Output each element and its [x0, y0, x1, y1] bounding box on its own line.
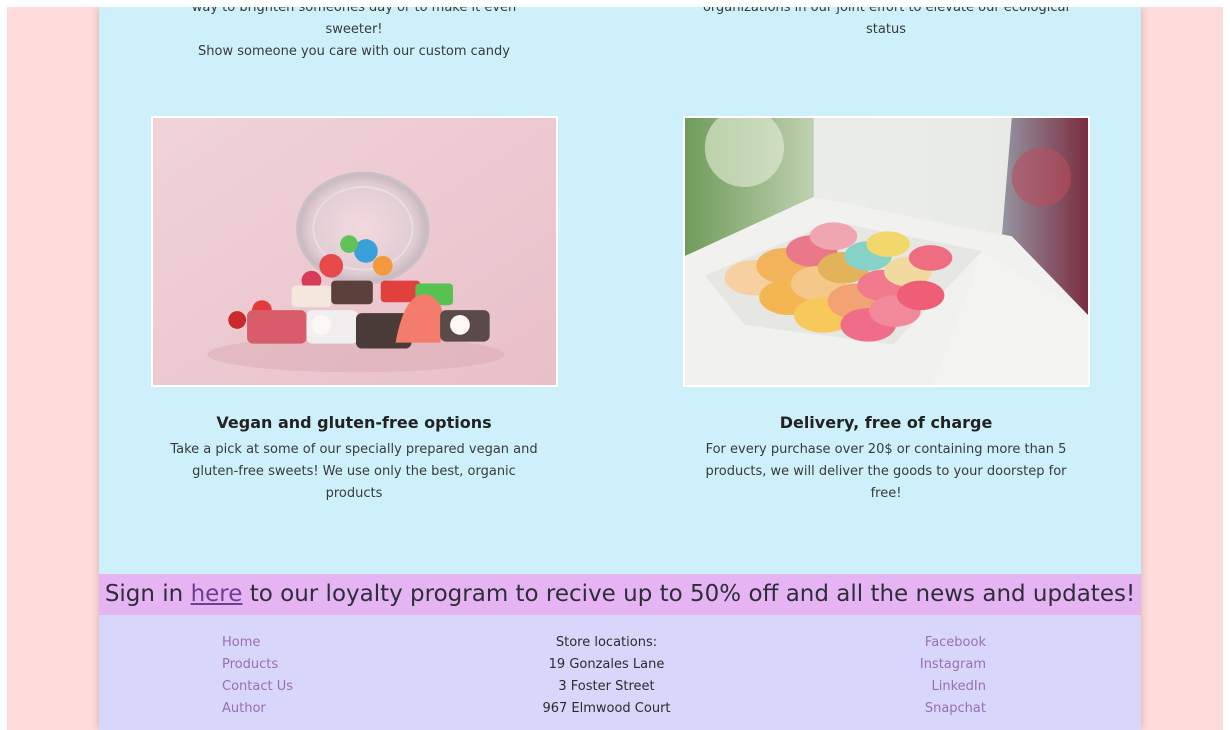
feature-card-vegan: Vegan and gluten-free options Take a pic…	[164, 413, 544, 505]
candy-image	[153, 118, 556, 385]
macaron-image	[685, 118, 1088, 385]
loyalty-banner-suffix: to our loyalty program to recive up to 5…	[242, 581, 1136, 607]
feature-title: Vegan and gluten-free options	[216, 413, 492, 432]
loyalty-banner-prefix: Sign in	[104, 581, 191, 607]
feature-card-top-left: way to brighten someones day or to make …	[164, 7, 544, 63]
candy-photo	[151, 116, 558, 387]
feature-card-top-right: organizations in our joint effort to ele…	[696, 7, 1076, 41]
feature-desc-line: For every purchase over 20$ or containin…	[705, 442, 1067, 457]
feature-desc-line: Show someone you care with our custom ca…	[198, 44, 510, 59]
feature-desc-line: free!	[870, 486, 902, 501]
feature-desc-line: status	[866, 22, 906, 37]
page-content: way to brighten someones day or to make …	[99, 7, 1141, 730]
feature-desc-line: Take a pick at some of our specially pre…	[170, 442, 538, 457]
social-link-snapchat[interactable]: Snapchat	[920, 698, 986, 720]
social-links: Facebook Instagram LinkedIn Snapchat	[920, 632, 986, 720]
social-link-facebook[interactable]: Facebook	[920, 632, 986, 654]
feature-desc-line: organizations in our joint effort to ele…	[702, 7, 1070, 15]
loyalty-banner: Sign in here to our loyalty program to r…	[99, 574, 1141, 615]
macaron-photo	[683, 116, 1090, 387]
social-link-linkedin[interactable]: LinkedIn	[920, 676, 986, 698]
social-link-instagram[interactable]: Instagram	[920, 654, 986, 676]
loyalty-signin-link[interactable]: here	[191, 581, 243, 607]
feature-desc-line: gluten-free sweets! We use only the best…	[192, 464, 516, 501]
feature-desc-line: way to brighten someones day or to make …	[191, 7, 517, 37]
footer: Home Products Contact Us Author Store lo…	[99, 615, 1141, 730]
feature-desc-line: products, we will deliver the goods to y…	[705, 464, 1067, 479]
browser-viewport: way to brighten someones day or to make …	[7, 7, 1223, 730]
feature-card-delivery: Delivery, free of charge For every purch…	[696, 413, 1076, 505]
feature-title: Delivery, free of charge	[779, 413, 993, 432]
